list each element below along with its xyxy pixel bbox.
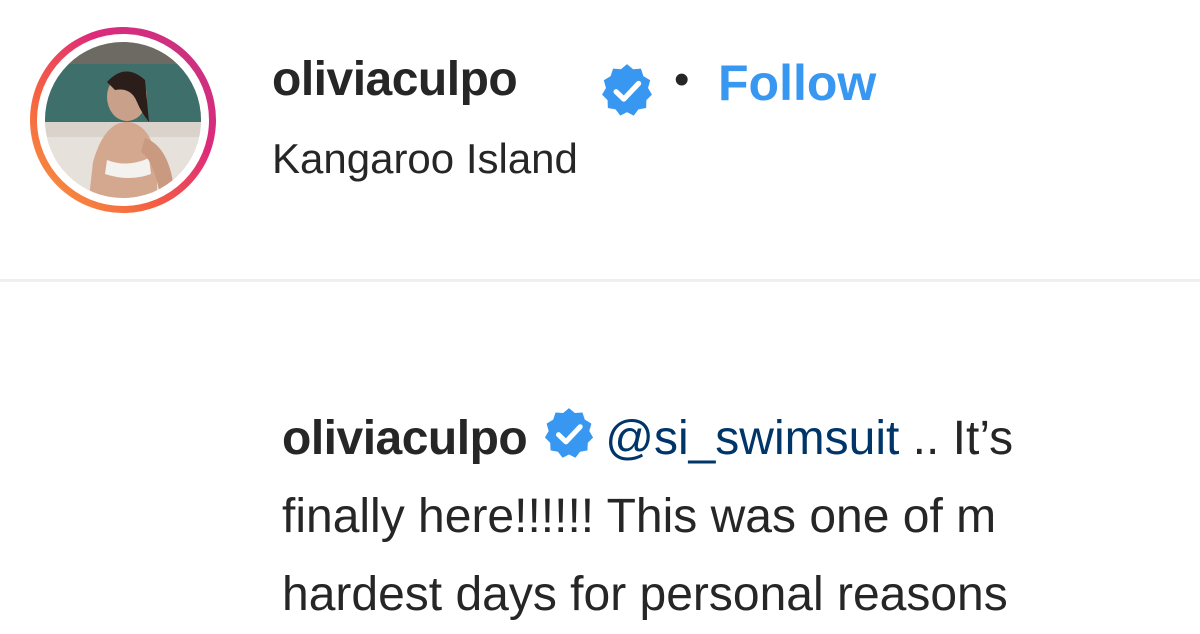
mention-link[interactable]: @si_swimsuit	[605, 412, 899, 465]
caption-line-2: finally here!!!!!! This was one of m	[282, 490, 997, 543]
caption-line-3: hardest days for personal reasons	[282, 568, 1008, 621]
caption: oliviaculpo @si_swimsuit .. It’s finally …	[282, 400, 1200, 634]
caption-line-1: oliviaculpo @si_swimsuit .. It’s	[282, 400, 1200, 478]
header-separator: •	[674, 55, 690, 104]
header-divider	[0, 279, 1200, 282]
post-header: oliviaculpo • Follow Kangaroo Island	[0, 0, 1200, 280]
location-link[interactable]: Kangaroo Island	[272, 138, 578, 180]
avatar-image	[45, 42, 201, 198]
header-username[interactable]: oliviaculpo	[272, 56, 518, 104]
follow-button[interactable]: Follow	[718, 58, 876, 108]
avatar[interactable]	[45, 42, 201, 198]
verified-badge-icon	[602, 64, 652, 116]
caption-text-1: .. It’s	[899, 412, 1014, 465]
story-ring[interactable]	[30, 27, 216, 213]
verified-badge-icon	[545, 408, 594, 458]
avatar-gap	[37, 34, 209, 206]
caption-username[interactable]: oliviaculpo	[282, 412, 528, 465]
